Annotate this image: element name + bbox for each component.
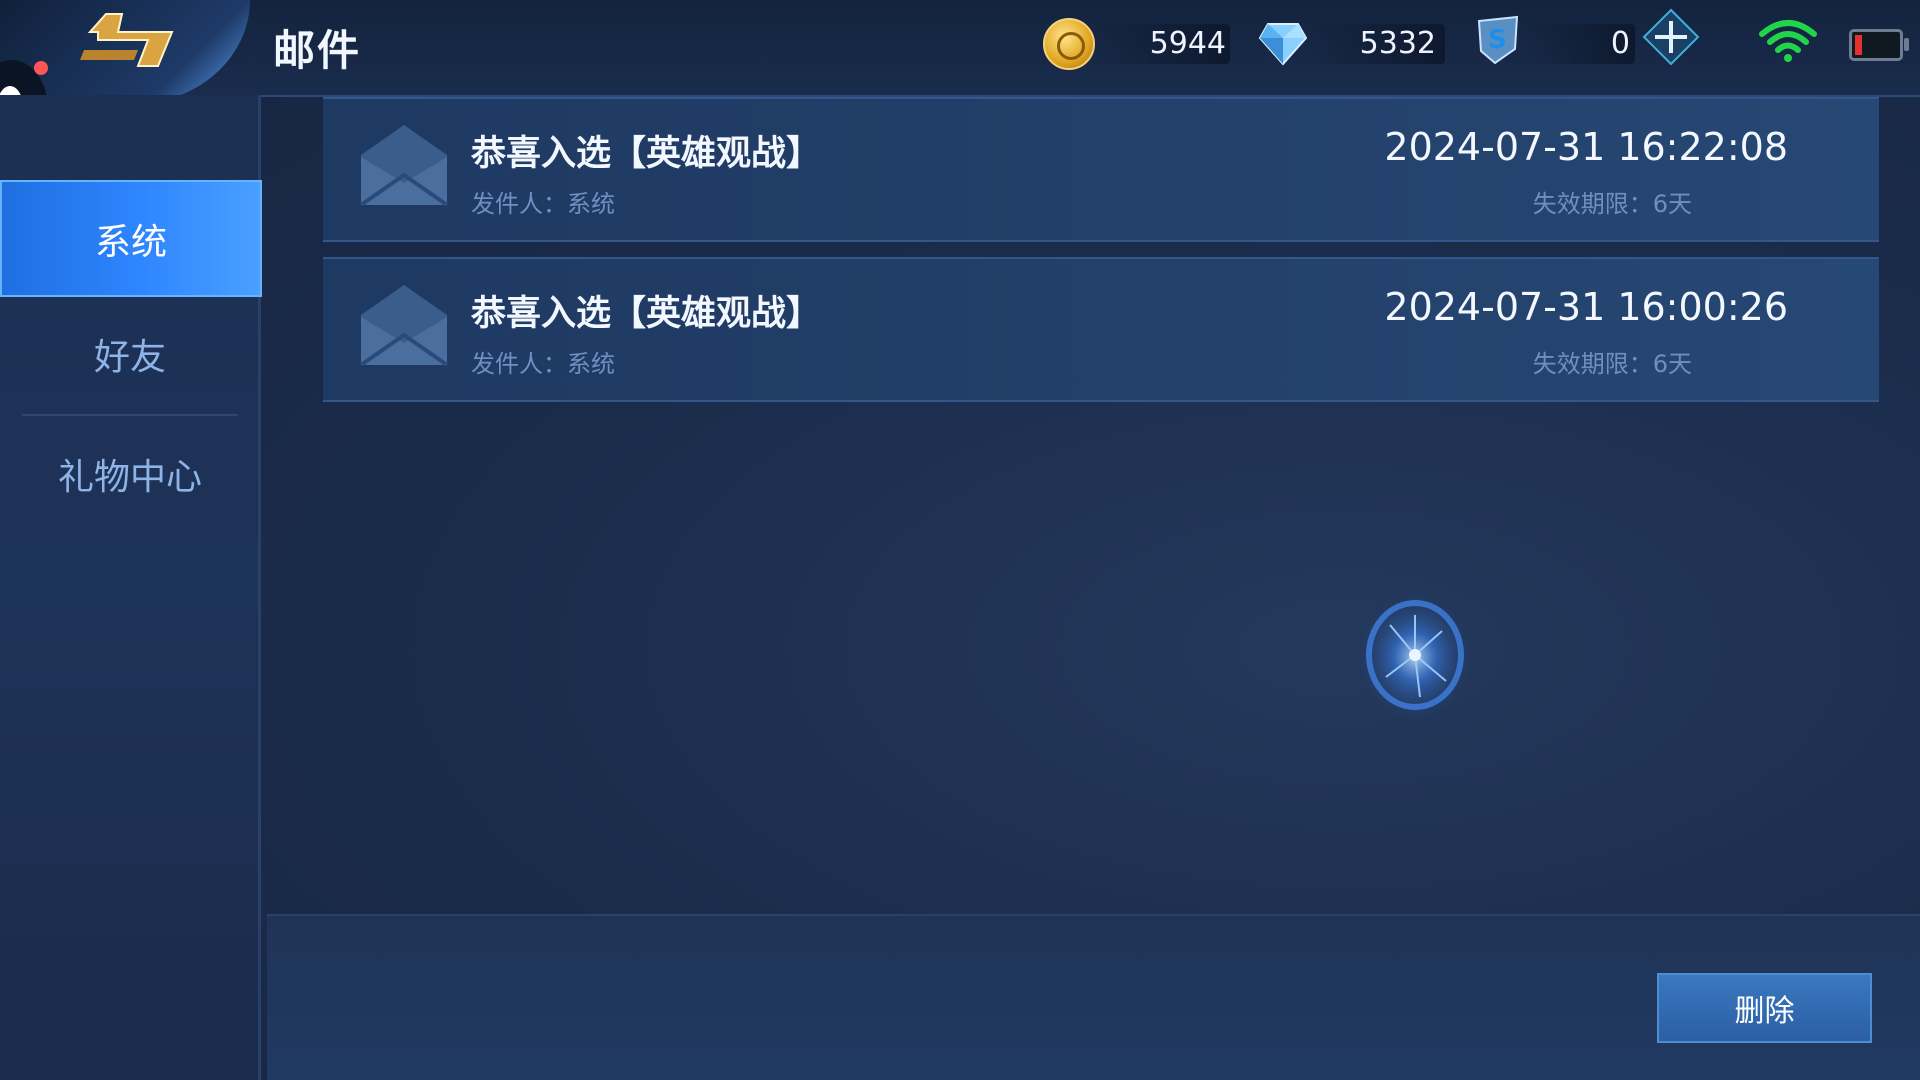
- sidebar: 系统 好友 礼物中心: [0, 95, 262, 1080]
- notification-dot: [34, 61, 48, 75]
- page-title: 邮件: [273, 26, 362, 75]
- delete-button[interactable]: 删除: [1657, 973, 1872, 1043]
- token-balance: 0: [1525, 18, 1635, 68]
- mail-subject: 恭喜入选【英雄观战】: [471, 294, 822, 334]
- mail-sender: 发件人：系统: [471, 350, 615, 378]
- diamond-value: 5332: [1359, 25, 1436, 61]
- top-bar: 邮件 5944 5332 S 0: [0, 0, 1920, 158]
- sidebar-item-gift-center[interactable]: 礼物中心: [0, 415, 260, 532]
- sidebar-item-friends[interactable]: 好友: [0, 295, 260, 412]
- mail-sender: 发件人：系统: [471, 190, 615, 218]
- gold-balance: 5944: [1090, 18, 1230, 68]
- mail-expire: 失效期限：6天: [1532, 350, 1692, 378]
- diamond-icon: [1258, 23, 1308, 66]
- sidebar-item-label: 礼物中心: [57, 456, 202, 498]
- sidebar-item-system[interactable]: 系统: [0, 180, 262, 297]
- delete-button-label: 删除: [1734, 994, 1795, 1029]
- mail-item[interactable]: 恭喜入选【英雄观战】 发件人：系统 2024-07-31 16:00:26 失效…: [323, 257, 1879, 402]
- mail-expire: 失效期限：6天: [1532, 190, 1692, 218]
- mail-subject: 恭喜入选【英雄观战】: [471, 134, 822, 174]
- mail-time: 2024-07-31 16:22:08: [1384, 125, 1788, 169]
- loading-spinner-icon: [1353, 587, 1477, 727]
- shield-token-icon: S: [1477, 15, 1519, 65]
- plus-icon[interactable]: [1642, 8, 1700, 66]
- token-value: 0: [1610, 25, 1630, 61]
- sidebar-item-label: 好友: [93, 336, 166, 378]
- battery-icon: [1849, 29, 1909, 61]
- envelope-icon: [359, 285, 449, 367]
- back-arrow-icon: [80, 13, 174, 67]
- diamond-balance: 5332: [1305, 18, 1445, 68]
- mail-item[interactable]: 恭喜入选【英雄观战】 发件人：系统 2024-07-31 16:22:08 失效…: [323, 97, 1879, 242]
- svg-text:S: S: [1488, 25, 1507, 55]
- gold-coin-icon: [1043, 18, 1095, 70]
- sidebar-item-label: 系统: [94, 221, 167, 263]
- envelope-icon: [359, 125, 449, 207]
- mail-time: 2024-07-31 16:00:26: [1384, 285, 1788, 329]
- gold-value: 5944: [1149, 25, 1226, 61]
- wifi-icon: [1759, 20, 1817, 62]
